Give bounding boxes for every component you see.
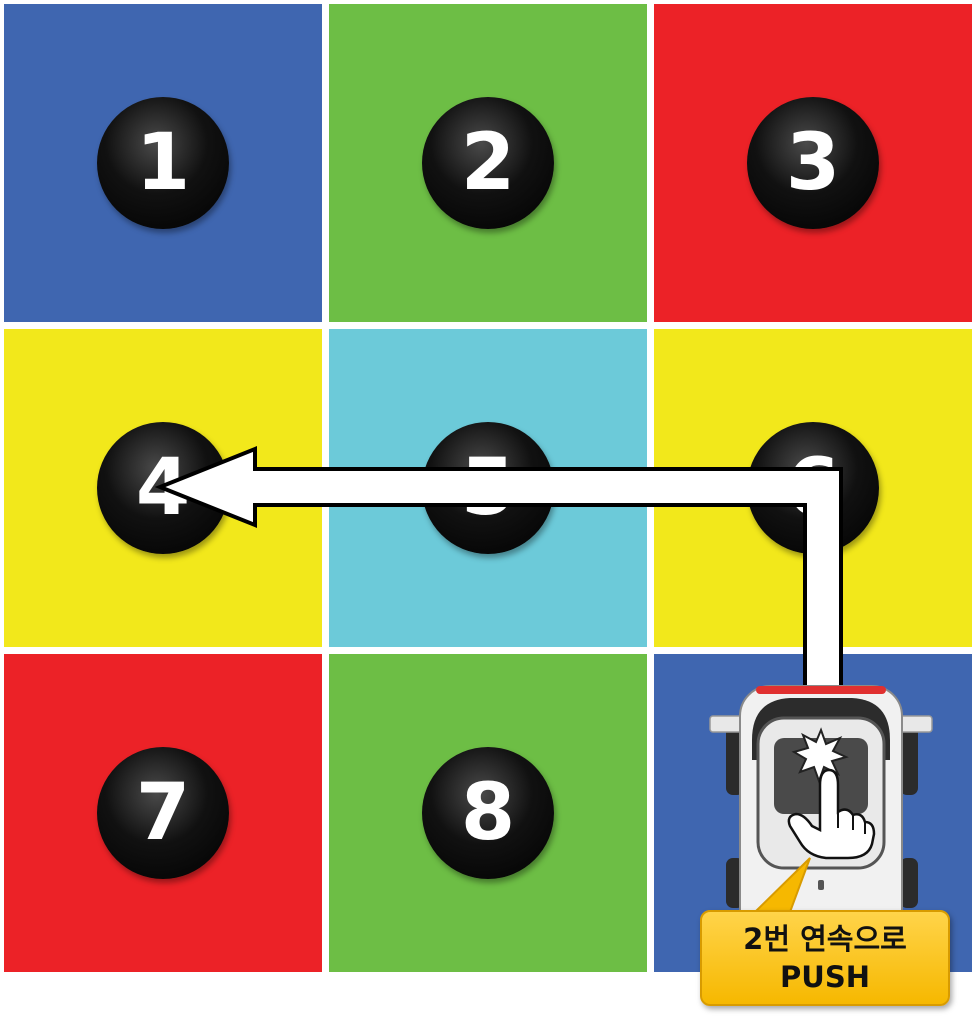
callout-line-1: 2번 연속으로	[743, 922, 907, 956]
grid-cell-7: 7	[4, 654, 322, 972]
number-badge-4: 4	[97, 422, 229, 554]
callout-line-2: PUSH	[780, 960, 870, 994]
number-badge-8: 8	[422, 747, 554, 879]
grid-cell-8: 8	[329, 654, 647, 972]
number-badge-2: 2	[422, 97, 554, 229]
grid-cell-4: 4	[4, 329, 322, 647]
number-badge-3: 3	[747, 97, 879, 229]
grid-cell-5: 5	[329, 329, 647, 647]
grid-cell-6: 6	[654, 329, 972, 647]
grid-cell-3: 3	[654, 4, 972, 322]
instruction-callout: 2번 연속으로 PUSH	[700, 910, 950, 1006]
number-badge-1: 1	[97, 97, 229, 229]
number-badge-6: 6	[747, 422, 879, 554]
number-badge-7: 7	[97, 747, 229, 879]
grid-cell-1: 1	[4, 4, 322, 322]
color-grid-board: 1 2 3 4 5 6 7 8	[0, 0, 977, 1030]
grid-cell-2: 2	[329, 4, 647, 322]
number-badge-5: 5	[422, 422, 554, 554]
